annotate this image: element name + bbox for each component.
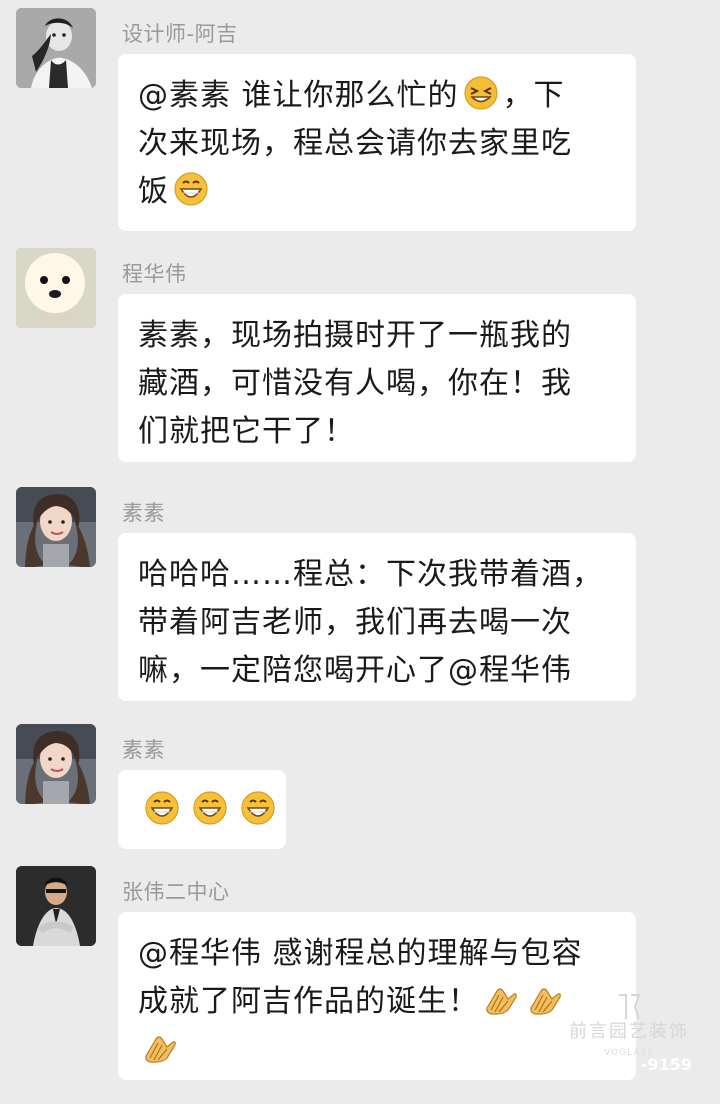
sender-name: 素素 <box>122 738 165 762</box>
watermark-logo-icon <box>619 994 641 1020</box>
sender-name: 张伟二中心 <box>122 880 230 904</box>
watermark: 前言园艺装饰 VOGLASS -9159 <box>566 992 692 1080</box>
clap-hands-icon <box>142 1029 178 1065</box>
message-text: 次来现场，程总会请你去家里吃 <box>138 126 572 161</box>
avatar[interactable] <box>16 724 96 804</box>
message-line: @素素 谁让你那么忙的 ，下 <box>138 72 618 120</box>
avatar[interactable] <box>16 248 96 328</box>
message-text: 们就把它干了！ <box>138 414 355 449</box>
wink-face-icon <box>463 75 499 111</box>
avatar[interactable] <box>16 866 96 946</box>
message-text: @程华伟 感谢程总的理解与包容 <box>138 936 583 971</box>
watermark-phone: -9159 <box>640 1055 692 1074</box>
sender-name: 设计师-阿吉 <box>122 22 238 46</box>
message-line: @程华伟 感谢程总的理解与包容 <box>138 930 618 978</box>
message-text: 饭 <box>138 174 169 209</box>
watermark-name: 前言园艺装饰 <box>569 1021 689 1042</box>
message-line: 哈哈哈……程总：下次我带着酒， <box>138 551 618 599</box>
avatar[interactable] <box>16 487 96 567</box>
message-text: @素素 谁让你那么忙的 <box>138 78 459 113</box>
message-bubble[interactable]: @程华伟 感谢程总的理解与包容 成就了阿吉作品的诞生！ <box>118 912 636 1080</box>
message-line: 成就了阿吉作品的诞生！ <box>138 978 618 1026</box>
message-bubble[interactable]: @素素 谁让你那么忙的 ，下 次来现场，程总会请你去家里吃 饭 <box>118 54 636 231</box>
grin-face-icon <box>144 790 180 826</box>
avatar[interactable] <box>16 8 96 88</box>
message-line: 次来现场，程总会请你去家里吃 <box>138 120 618 168</box>
message-line: 素素，现场拍摄时开了一瓶我的 <box>138 312 618 360</box>
message-text: 藏酒，可惜没有人喝，你在！我 <box>138 366 572 401</box>
message-text: 素素，现场拍摄时开了一瓶我的 <box>138 318 572 353</box>
grin-face-icon <box>173 171 209 207</box>
message-line <box>138 787 275 835</box>
message-line: 们就把它干了！ <box>138 408 618 456</box>
message-line: 饭 <box>138 168 618 216</box>
sender-name: 素素 <box>122 501 165 525</box>
message-bubble[interactable]: 素素，现场拍摄时开了一瓶我的 藏酒，可惜没有人喝，你在！我 们就把它干了！ <box>118 294 636 462</box>
message-text: ，下 <box>502 78 565 113</box>
message-text: 哈哈哈……程总：下次我带着酒， <box>138 557 603 592</box>
message-line: 藏酒，可惜没有人喝，你在！我 <box>138 360 618 408</box>
message-text: 带着阿吉老师，我们再去喝一次 <box>138 605 572 640</box>
clap-hands-icon <box>483 981 519 1017</box>
message-line: 嘛，一定陪您喝开心了@程华伟 <box>138 647 618 695</box>
sender-name: 程华伟 <box>122 262 187 286</box>
clap-hands-icon <box>527 981 563 1017</box>
message-line <box>138 1026 618 1074</box>
chat-conversation: 设计师-阿吉 @素素 谁让你那么忙的 ，下 次来现场，程总会请你去家里吃 饭 程… <box>0 0 720 1104</box>
message-bubble[interactable]: 哈哈哈……程总：下次我带着酒， 带着阿吉老师，我们再去喝一次 嘛，一定陪您喝开心… <box>118 533 636 701</box>
message-text: 成就了阿吉作品的诞生！ <box>138 984 479 1019</box>
grin-face-icon <box>192 790 228 826</box>
message-text: 嘛，一定陪您喝开心了@程华伟 <box>138 653 572 688</box>
message-line: 带着阿吉老师，我们再去喝一次 <box>138 599 618 647</box>
message-bubble[interactable] <box>118 770 286 849</box>
grin-face-icon <box>240 790 276 826</box>
